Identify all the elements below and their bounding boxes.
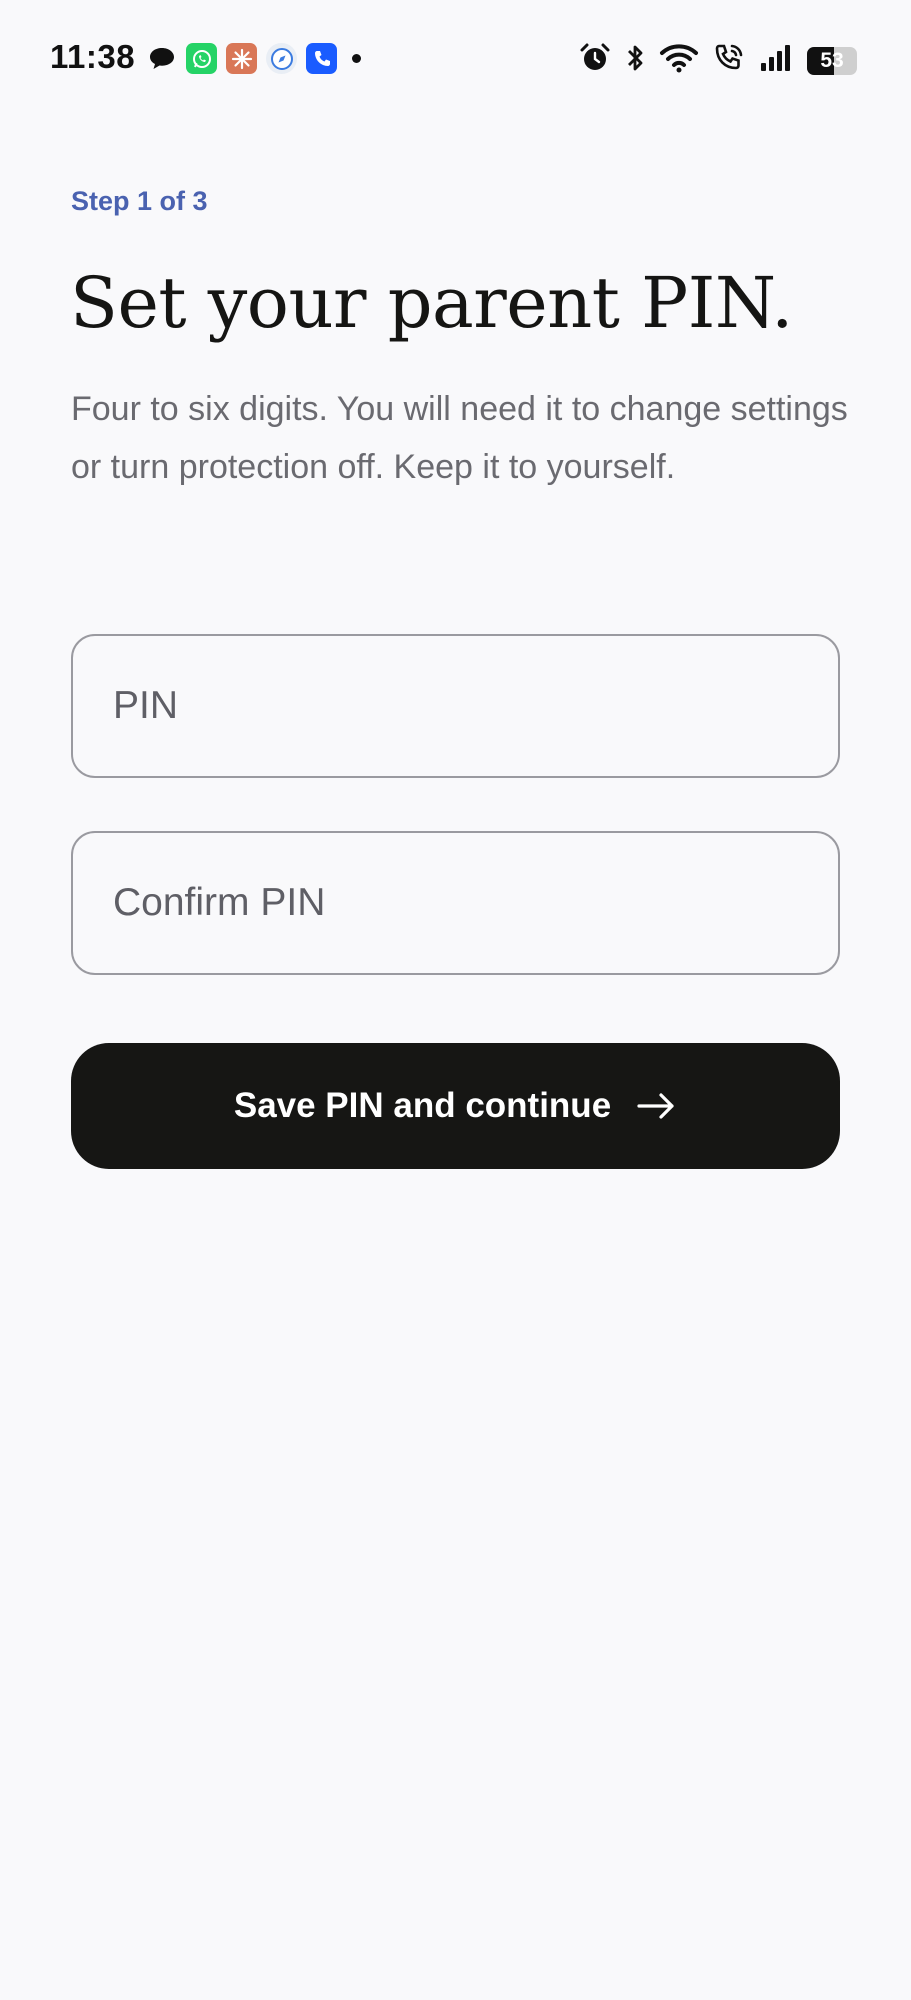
save-pin-button[interactable]: Save PIN and continue [71,1043,840,1169]
pin-input[interactable] [73,684,838,728]
dot-icon [352,54,361,63]
signal-icon [759,43,793,78]
notification-icons [146,43,361,74]
page-title: Set your parent PIN. [70,262,793,344]
claude-icon [226,43,257,74]
bluetooth-icon [625,42,645,79]
arrow-right-icon [637,1092,677,1120]
whatsapp-icon [186,43,217,74]
battery-level: 53 [820,48,844,72]
wifi-icon [659,43,699,78]
page-description: Four to six digits. You will need it to … [71,390,848,486]
step-indicator: Step 1 of 3 [71,186,208,216]
confirm-pin-input[interactable] [73,881,838,925]
pin-field-container [71,634,840,778]
status-clock: 11:38 [50,38,136,75]
safari-icon [266,43,297,74]
battery-icon: 53 [807,46,857,75]
chat-bubble-icon [146,43,177,74]
confirm-pin-field-container [71,831,840,975]
phone-app-icon [306,43,337,74]
save-pin-button-label: Save PIN and continue [233,1086,612,1125]
wifi-call-icon [713,42,745,79]
alarm-icon [579,42,611,79]
status-bar: 11:38 53 [0,0,911,120]
system-icons: 53 [579,42,857,79]
